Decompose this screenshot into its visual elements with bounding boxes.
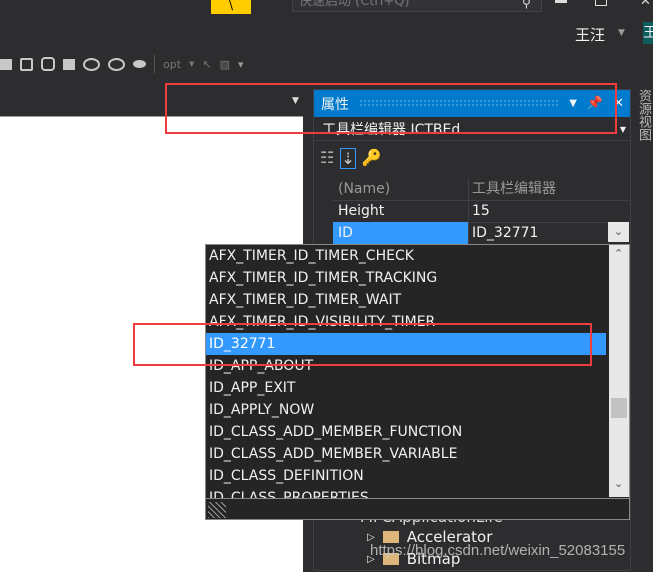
round-rect-icon[interactable] xyxy=(41,57,55,71)
chevron-down-icon[interactable]: ▼ xyxy=(620,119,626,141)
annotation-box-selected-id xyxy=(133,323,592,366)
ellipse-icon[interactable] xyxy=(83,57,100,71)
overflow-icon[interactable]: ▾ xyxy=(238,58,244,71)
filled-round-rect-icon[interactable] xyxy=(63,58,75,70)
property-value: 工具栏编辑器 xyxy=(472,181,556,197)
alphabetical-icon[interactable]: ⇣ xyxy=(340,148,356,169)
notification-badge[interactable]: \ xyxy=(211,0,251,14)
property-row[interactable]: Height 15 xyxy=(333,200,631,223)
list-item[interactable]: ID_CLASS_ADD_MEMBER_FUNCTION xyxy=(206,421,606,443)
property-name: ID xyxy=(333,222,469,244)
close-window-icon[interactable]: ✕ xyxy=(640,0,651,9)
property-value[interactable]: ID_32771 xyxy=(469,222,631,244)
expand-icon[interactable]: ▷ xyxy=(367,532,375,543)
list-item[interactable]: ID_CLASS_ADD_MEMBER_VARIABLE xyxy=(206,443,606,465)
scrollbar[interactable]: ⌃ ⌄ xyxy=(609,245,629,497)
annotation-box-properties xyxy=(165,83,617,134)
resize-grip-row xyxy=(206,498,629,519)
list-item[interactable]: AFX_TIMER_ID_TIMER_TRACKING xyxy=(206,267,606,289)
user-name[interactable]: 王汪 xyxy=(575,24,605,45)
image-icon[interactable]: ▨ xyxy=(220,58,230,71)
chevron-down-icon[interactable]: ▼ xyxy=(618,28,625,38)
filled-ellipse-icon[interactable] xyxy=(133,60,146,68)
rect-outline-icon[interactable] xyxy=(20,57,33,71)
ellipse-outline-icon[interactable] xyxy=(108,57,125,71)
property-value[interactable]: 15 xyxy=(469,200,631,222)
separator xyxy=(154,55,155,73)
list-item[interactable]: ID_CLASS_DEFINITION xyxy=(206,465,606,487)
id-dropdown-list[interactable]: AFX_TIMER_ID_TIMER_CHECK AFX_TIMER_ID_TI… xyxy=(205,244,630,520)
opt-dropdown[interactable]: opt xyxy=(163,58,181,71)
property-name: Height xyxy=(333,200,469,222)
cursor-icon[interactable]: ↖ xyxy=(202,58,211,71)
minimize-icon[interactable] xyxy=(555,0,567,3)
user-avatar[interactable]: 王 xyxy=(643,22,653,44)
scroll-thumb[interactable] xyxy=(611,398,627,418)
list-item[interactable]: AFX_TIMER_ID_TIMER_CHECK xyxy=(206,245,606,267)
restore-icon[interactable] xyxy=(595,0,607,6)
chevron-down-icon[interactable]: ▼ xyxy=(189,60,194,68)
search-icon[interactable]: ⚲ xyxy=(522,0,531,10)
quick-launch-search[interactable]: 快速启动 (Ctrl+Q) xyxy=(292,0,542,12)
filled-rect-icon[interactable] xyxy=(0,58,12,70)
list-item[interactable]: ID_APPLY_NOW xyxy=(206,399,606,421)
property-name: (Name) xyxy=(333,178,469,200)
chevron-down-icon[interactable]: ⌄ xyxy=(608,222,629,242)
list-item[interactable]: ID_APP_EXIT xyxy=(206,377,606,399)
list-item[interactable]: AFX_TIMER_ID_TIMER_WAIT xyxy=(206,289,606,311)
property-row[interactable]: (Name) 工具栏编辑器 xyxy=(333,178,631,201)
side-tab-strip[interactable]: 资源视图 xyxy=(633,89,653,571)
resize-grip-icon[interactable] xyxy=(208,502,226,518)
scroll-down-icon[interactable]: ⌄ xyxy=(614,477,623,490)
property-pages-icon[interactable]: 🔑 xyxy=(362,148,382,169)
image-editor-toolbar: opt ▼ ↖ ▨ ▾ xyxy=(0,54,244,74)
categorized-icon[interactable]: ☷ xyxy=(320,148,334,169)
properties-toolbar: ☷ ⇣ 🔑 xyxy=(320,148,382,169)
watermark: https://blog.csdn.net/weixin_52083155 xyxy=(370,542,626,559)
scroll-up-icon[interactable]: ⌃ xyxy=(614,247,623,260)
property-row[interactable]: ID ID_32771 xyxy=(333,222,631,245)
